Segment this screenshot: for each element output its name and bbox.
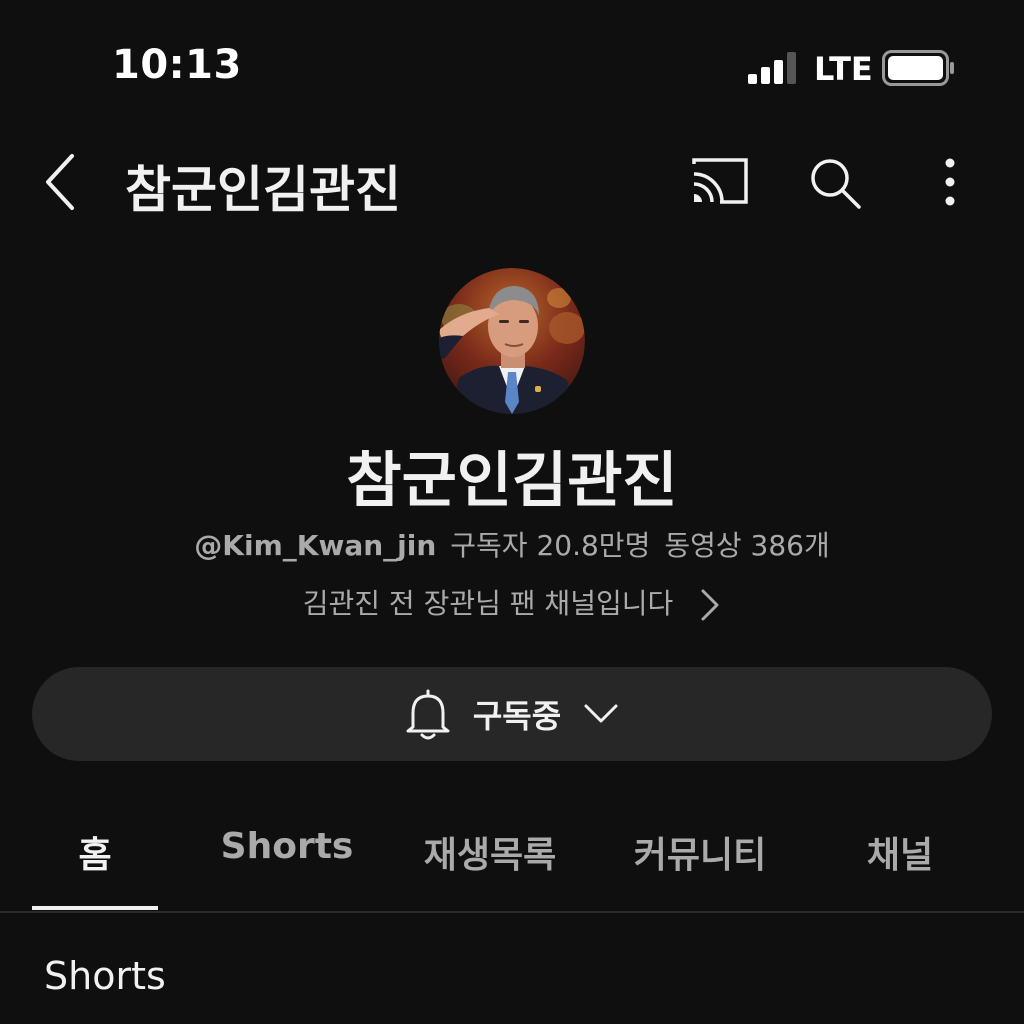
bell-icon [406, 689, 450, 740]
subscriber-count: 구독자 20.8만명 [450, 529, 651, 562]
signal-icon [748, 52, 796, 84]
tab-divider [0, 911, 1024, 913]
shorts-section-title: Shorts [44, 954, 166, 998]
tab-channels[interactable]: 채널 [840, 826, 960, 878]
channel-description[interactable]: 김관진 전 장관님 팬 채널입니다 [0, 582, 1024, 623]
more-vert-icon[interactable] [934, 156, 966, 208]
channel-meta: @Kim_Kwan_jin 구독자 20.8만명 동영상 386개 [0, 524, 1024, 564]
tab-playlists[interactable]: 재생목록 [408, 826, 572, 878]
tab-home[interactable]: 홈 [32, 826, 158, 878]
tab-community[interactable]: 커뮤니티 [618, 826, 782, 878]
channel-name: 참군인김관진 [346, 446, 678, 516]
search-icon[interactable] [806, 154, 864, 212]
active-tab-indicator [32, 906, 158, 910]
status-time: 10:13 [112, 42, 242, 88]
channel-handle[interactable]: @Kim_Kwan_jin [194, 529, 436, 562]
subscribed-label: 구독중 [472, 697, 562, 735]
cast-icon[interactable] [690, 156, 750, 206]
chevron-right-icon [701, 589, 719, 621]
back-icon[interactable] [36, 150, 86, 214]
chevron-down-icon [584, 704, 618, 723]
subscribed-button[interactable]: 구독중 [32, 667, 992, 761]
header-title: 참군인김관진 [125, 161, 401, 219]
channel-avatar[interactable] [439, 268, 585, 414]
tab-shorts[interactable]: Shorts [212, 826, 362, 867]
channel-description-text: 김관진 전 장관님 팬 채널입니다 [302, 587, 674, 620]
battery-icon [882, 50, 954, 86]
video-count: 동영상 386개 [664, 529, 830, 562]
network-label: LTE [814, 50, 873, 88]
